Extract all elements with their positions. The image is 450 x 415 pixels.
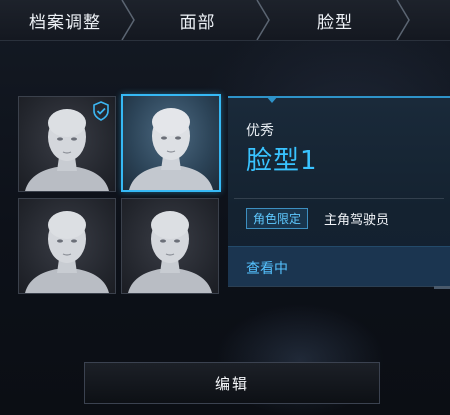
face-option-1[interactable] xyxy=(18,96,116,192)
breadcrumb-item-profile-adjust[interactable]: 档案调整 xyxy=(0,0,130,40)
face-option-3[interactable] xyxy=(18,198,116,294)
breadcrumb-empty-slot xyxy=(405,0,450,40)
breadcrumb-item-face[interactable]: 面部 xyxy=(130,0,265,40)
face-name-title: 脸型1 xyxy=(246,146,318,176)
breadcrumb: 档案调整 面部 脸型 xyxy=(0,0,450,41)
viewing-status-label: 查看中 xyxy=(246,261,288,277)
rarity-label: 优秀 xyxy=(246,123,274,139)
panel-pointer-icon xyxy=(266,96,278,103)
face-detail-panel: 优秀 脸型1 角色限定 主角驾驶员 查看中 xyxy=(228,96,450,289)
role-restriction-badge: 角色限定 xyxy=(246,208,309,229)
role-restriction-value: 主角驾驶员 xyxy=(324,213,390,228)
breadcrumb-item-face-shape: 脸型 xyxy=(317,12,353,33)
edit-button[interactable]: 编辑 xyxy=(84,362,380,404)
face-option-4[interactable] xyxy=(121,198,219,294)
equipped-check-icon xyxy=(93,101,109,121)
face-portrait-icon xyxy=(129,108,213,190)
panel-bottom-accent xyxy=(228,286,450,289)
face-portrait-icon xyxy=(128,211,212,293)
viewing-status-bar: 查看中 xyxy=(228,246,450,287)
divider xyxy=(234,198,444,199)
face-portrait-icon xyxy=(25,211,109,293)
face-option-2[interactable] xyxy=(121,94,221,192)
face-shape-screen: 档案调整 面部 脸型 优秀 脸型1 角色限定 主角驾驶员 查看中 编辑 xyxy=(0,0,450,415)
